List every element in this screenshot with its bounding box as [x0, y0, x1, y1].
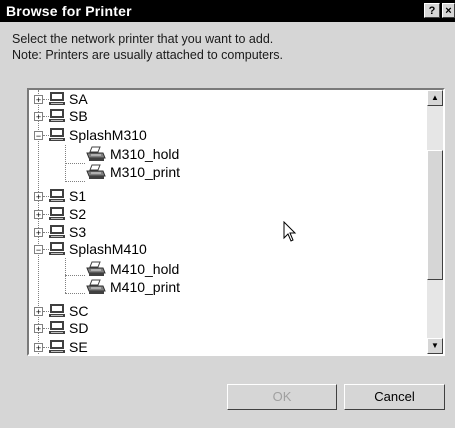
computer-icon: [49, 304, 65, 317]
tree-scrollbar[interactable]: ▲ ▼: [427, 90, 443, 354]
collapse-icon[interactable]: −: [34, 245, 43, 255]
tree-item-label: S2: [69, 206, 87, 222]
computer-icon: [49, 340, 65, 353]
description-line-2: Note: Printers are usually attached to c…: [12, 48, 283, 62]
tree-item-label: M410_hold: [110, 261, 180, 277]
expand-icon[interactable]: +: [34, 307, 43, 317]
tree-item-label: S1: [69, 188, 87, 204]
tree-item-label: SB: [69, 108, 88, 124]
computer-icon: [49, 321, 65, 334]
computer-icon: [49, 128, 65, 141]
title-bar[interactable]: Browse for Printer ? ×: [0, 0, 455, 22]
tree-item-label: S3: [69, 224, 87, 240]
computer-icon: [49, 242, 65, 255]
scroll-down-button[interactable]: ▼: [427, 338, 443, 354]
tree-item-label: SC: [69, 303, 89, 319]
printer-icon: [86, 164, 106, 179]
tree-item-label: M310_print: [110, 164, 181, 180]
help-button[interactable]: ?: [424, 3, 440, 18]
scroll-up-button[interactable]: ▲: [427, 90, 443, 106]
tree-branch-line: [65, 275, 85, 276]
tree-branch-line: [65, 181, 85, 182]
collapse-icon[interactable]: −: [34, 131, 43, 141]
computer-icon: [49, 109, 65, 122]
expand-icon[interactable]: +: [34, 343, 43, 353]
printer-tree-view[interactable]: ▲ ▼ + SA + SB − SplashM310 M310_hold M310_print…: [27, 88, 445, 356]
expand-icon[interactable]: +: [34, 192, 43, 202]
mouse-pointer-icon: [283, 221, 297, 242]
close-button[interactable]: ×: [442, 3, 455, 18]
browse-for-printer-dialog: Browse for Printer ? × Select the networ…: [0, 0, 455, 428]
description-line-1: Select the network printer that you want…: [12, 32, 274, 46]
tree-item-label: SE: [69, 339, 88, 355]
tree-item-label: SplashM310: [69, 127, 147, 143]
printer-icon: [86, 146, 106, 161]
computer-icon: [49, 92, 65, 105]
cancel-button[interactable]: Cancel: [344, 384, 445, 410]
printer-icon: [86, 261, 106, 276]
tree-branch-line: [65, 293, 85, 294]
tree-item-label: SplashM410: [69, 241, 147, 257]
scroll-thumb[interactable]: [427, 150, 443, 280]
tree-item-label: M310_hold: [110, 146, 180, 162]
computer-icon: [49, 207, 65, 220]
computer-icon: [49, 189, 65, 202]
printer-icon: [86, 279, 106, 294]
tree-branch-line: [65, 163, 85, 164]
computer-icon: [49, 225, 65, 238]
expand-icon[interactable]: +: [34, 112, 43, 122]
tree-item-label: SA: [69, 91, 88, 107]
tree-item-label: SD: [69, 320, 89, 336]
expand-icon[interactable]: +: [34, 324, 43, 334]
ok-button[interactable]: OK: [227, 384, 337, 410]
expand-icon[interactable]: +: [34, 228, 43, 238]
window-title: Browse for Printer: [6, 3, 132, 19]
description-text: Select the network printer that you want…: [12, 31, 283, 63]
expand-icon[interactable]: +: [34, 210, 43, 220]
tree-item-label: M410_print: [110, 279, 181, 295]
tree-content: ▲ ▼ + SA + SB − SplashM310 M310_hold M310_print…: [29, 90, 443, 355]
expand-icon[interactable]: +: [34, 95, 43, 105]
